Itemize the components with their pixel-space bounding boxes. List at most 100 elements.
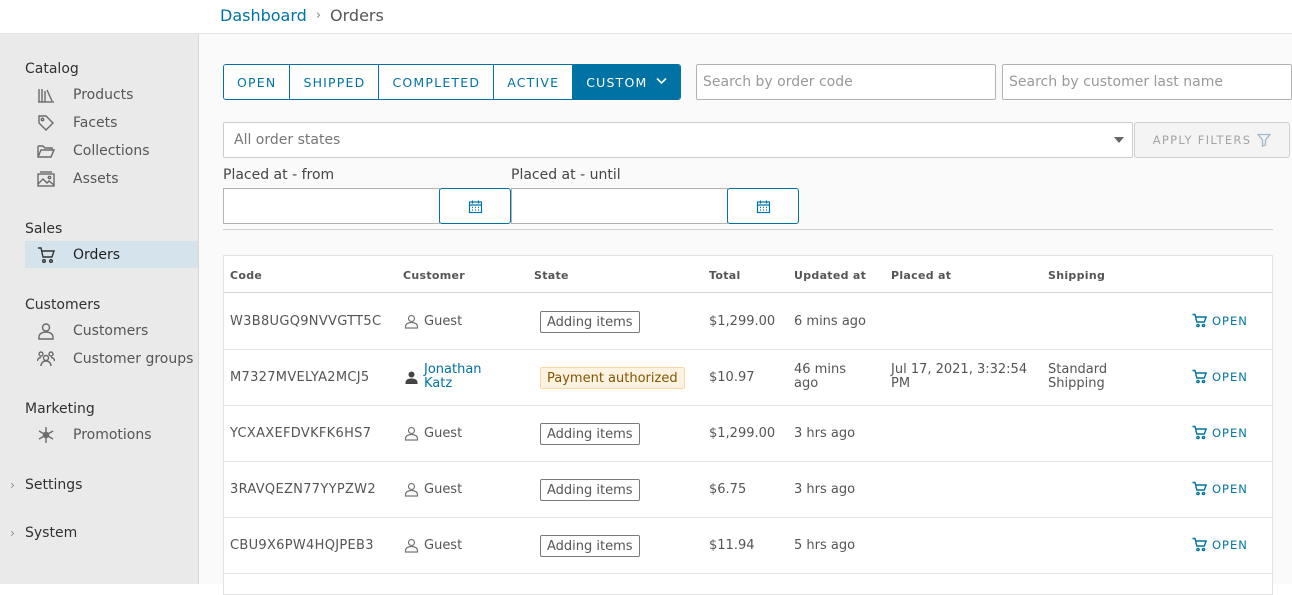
- sidebar-collapsible-settings[interactable]: › Settings: [0, 477, 82, 493]
- updated-at: 3 hrs ago: [794, 426, 856, 441]
- placed-until-calendar-button[interactable]: [727, 188, 799, 224]
- user-outline-icon: [404, 538, 419, 553]
- order-code: 3RAVQEZN77YYPZW2: [230, 482, 376, 497]
- customer-cell: Jonathan Katz: [404, 363, 494, 391]
- open-order-link[interactable]: OPEN: [1192, 481, 1248, 496]
- column-header-customer[interactable]: Customer: [403, 269, 465, 282]
- open-order-link[interactable]: OPEN: [1192, 369, 1248, 384]
- sidebar-item-products[interactable]: Products: [25, 81, 198, 108]
- order-code: W3B8UGQ9NVVGTT5C: [230, 314, 382, 329]
- sidebar-collapsible-system[interactable]: › System: [0, 525, 77, 541]
- nav-section-marketing: Marketing: [25, 401, 95, 417]
- status-badge: Payment authorized: [540, 367, 685, 389]
- sidebar-item-label: Customer groups: [73, 350, 194, 367]
- status-badge: Adding items: [540, 479, 640, 501]
- nav-section-catalog: Catalog: [25, 61, 79, 77]
- user-icon: [25, 322, 73, 340]
- column-header-shipping[interactable]: Shipping: [1048, 269, 1105, 282]
- placed-until-label: Placed at - until: [511, 167, 621, 183]
- sidebar-item-label: Assets: [73, 170, 119, 187]
- collapsible-label: Settings: [25, 477, 83, 493]
- placed-until-input[interactable]: [511, 188, 728, 224]
- search-customer-last-name-input[interactable]: Search by customer last name: [1002, 64, 1292, 100]
- user-solid-icon: [405, 371, 418, 384]
- sidebar-item-collections[interactable]: Collections: [25, 137, 198, 164]
- sidebar: Catalog Products Facets Collections Asse…: [0, 34, 199, 584]
- customer-name: Guest: [424, 538, 463, 553]
- column-header-total[interactable]: Total: [709, 269, 741, 282]
- customer-name-link[interactable]: Jonathan Katz: [424, 363, 494, 391]
- table-header: Code Customer State Total Updated at Pla…: [224, 256, 1272, 293]
- updated-at: 46 mins ago: [794, 362, 846, 391]
- asterisk-icon: [25, 426, 73, 444]
- chevron-right-icon: ›: [10, 526, 15, 540]
- order-states-select[interactable]: All order states: [223, 122, 1133, 158]
- tab-shipped[interactable]: SHIPPED: [290, 65, 380, 99]
- nav-section-sales: Sales: [25, 221, 63, 237]
- table-row: CBU9X6PW4HQJPEB3 Guest Adding items $11.…: [224, 518, 1272, 574]
- filter-divider: [223, 229, 1273, 230]
- calendar-icon: [468, 200, 482, 213]
- order-total: $1,299.00: [709, 314, 776, 329]
- shopping-cart-icon: [1192, 313, 1207, 328]
- table-row: W3B8UGQ9NVVGTT5C Guest Adding items $1,2…: [224, 294, 1272, 350]
- sidebar-item-label: Facets: [73, 114, 118, 131]
- tab-open[interactable]: OPEN: [224, 65, 291, 99]
- updated-at: 3 hrs ago: [794, 482, 856, 497]
- shopping-cart-icon: [1192, 425, 1207, 440]
- tab-active[interactable]: ACTIVE: [494, 65, 574, 99]
- order-code: M7327MVELYA2MCJ5: [230, 370, 370, 385]
- sidebar-item-customer-groups[interactable]: Customer groups: [25, 345, 198, 372]
- updated-at: 6 mins ago: [794, 314, 866, 329]
- open-order-link[interactable]: OPEN: [1192, 425, 1248, 440]
- column-header-placed-at[interactable]: Placed at: [891, 269, 951, 282]
- placed-from-calendar-button[interactable]: [439, 188, 511, 224]
- main-content: OPEN SHIPPED COMPLETED ACTIVE CUSTOM Sea…: [199, 34, 1292, 595]
- tab-custom[interactable]: CUSTOM: [573, 65, 680, 99]
- apply-filters-button[interactable]: APPLY FILTERS: [1134, 122, 1290, 158]
- order-total: $11.94: [709, 538, 755, 553]
- sidebar-item-promotions[interactable]: Promotions: [25, 421, 198, 448]
- order-states-placeholder: All order states: [234, 132, 341, 148]
- chevron-down-icon: [655, 75, 667, 89]
- image-gallery-icon: [25, 170, 73, 188]
- open-order-link[interactable]: OPEN: [1192, 313, 1248, 328]
- sidebar-item-label: Products: [73, 86, 134, 103]
- order-total: $10.97: [709, 370, 755, 385]
- customer-cell: Guest: [404, 314, 462, 329]
- placed-from-input[interactable]: [223, 188, 440, 224]
- placed-from-label: Placed at - from: [223, 167, 335, 183]
- open-order-link[interactable]: OPEN: [1192, 537, 1248, 552]
- user-outline-icon: [404, 426, 419, 441]
- column-header-state[interactable]: State: [534, 269, 569, 282]
- column-header-updated-at[interactable]: Updated at: [794, 269, 866, 282]
- status-badge: Adding items: [540, 311, 640, 333]
- sidebar-item-label: Collections: [73, 142, 150, 159]
- search-order-code-input[interactable]: Search by order code: [696, 64, 996, 100]
- open-label: OPEN: [1212, 313, 1248, 328]
- sidebar-item-assets[interactable]: Assets: [25, 165, 198, 192]
- filter-icon: [1257, 133, 1272, 147]
- customer-name: Guest: [424, 314, 463, 329]
- status-badge: Adding items: [540, 535, 640, 557]
- order-code: CBU9X6PW4HQJPEB3: [230, 538, 374, 553]
- sidebar-item-customers[interactable]: Customers: [25, 317, 198, 344]
- updated-at: 5 hrs ago: [794, 538, 856, 553]
- tab-completed[interactable]: COMPLETED: [379, 65, 495, 99]
- breadcrumb-dashboard-link[interactable]: Dashboard: [220, 6, 307, 25]
- tag-icon: [25, 114, 73, 132]
- collapsible-label: System: [25, 525, 78, 541]
- sidebar-item-label: Promotions: [73, 426, 152, 443]
- open-label: OPEN: [1212, 369, 1248, 384]
- breadcrumb-separator: ›: [315, 8, 322, 23]
- placed-at: Jul 17, 2021, 3:32:54 PM: [891, 362, 1028, 391]
- order-code: YCXAXEFDVKFK6HS7: [230, 426, 372, 441]
- sidebar-item-orders[interactable]: Orders: [25, 241, 198, 268]
- column-header-code[interactable]: Code: [230, 269, 262, 282]
- sidebar-item-label: Customers: [73, 322, 149, 339]
- shopping-cart-icon: [1192, 481, 1207, 496]
- shopping-cart-icon: [1192, 537, 1207, 552]
- order-total: $6.75: [709, 482, 747, 497]
- sidebar-item-facets[interactable]: Facets: [25, 109, 198, 136]
- tab-custom-label: CUSTOM: [586, 74, 648, 90]
